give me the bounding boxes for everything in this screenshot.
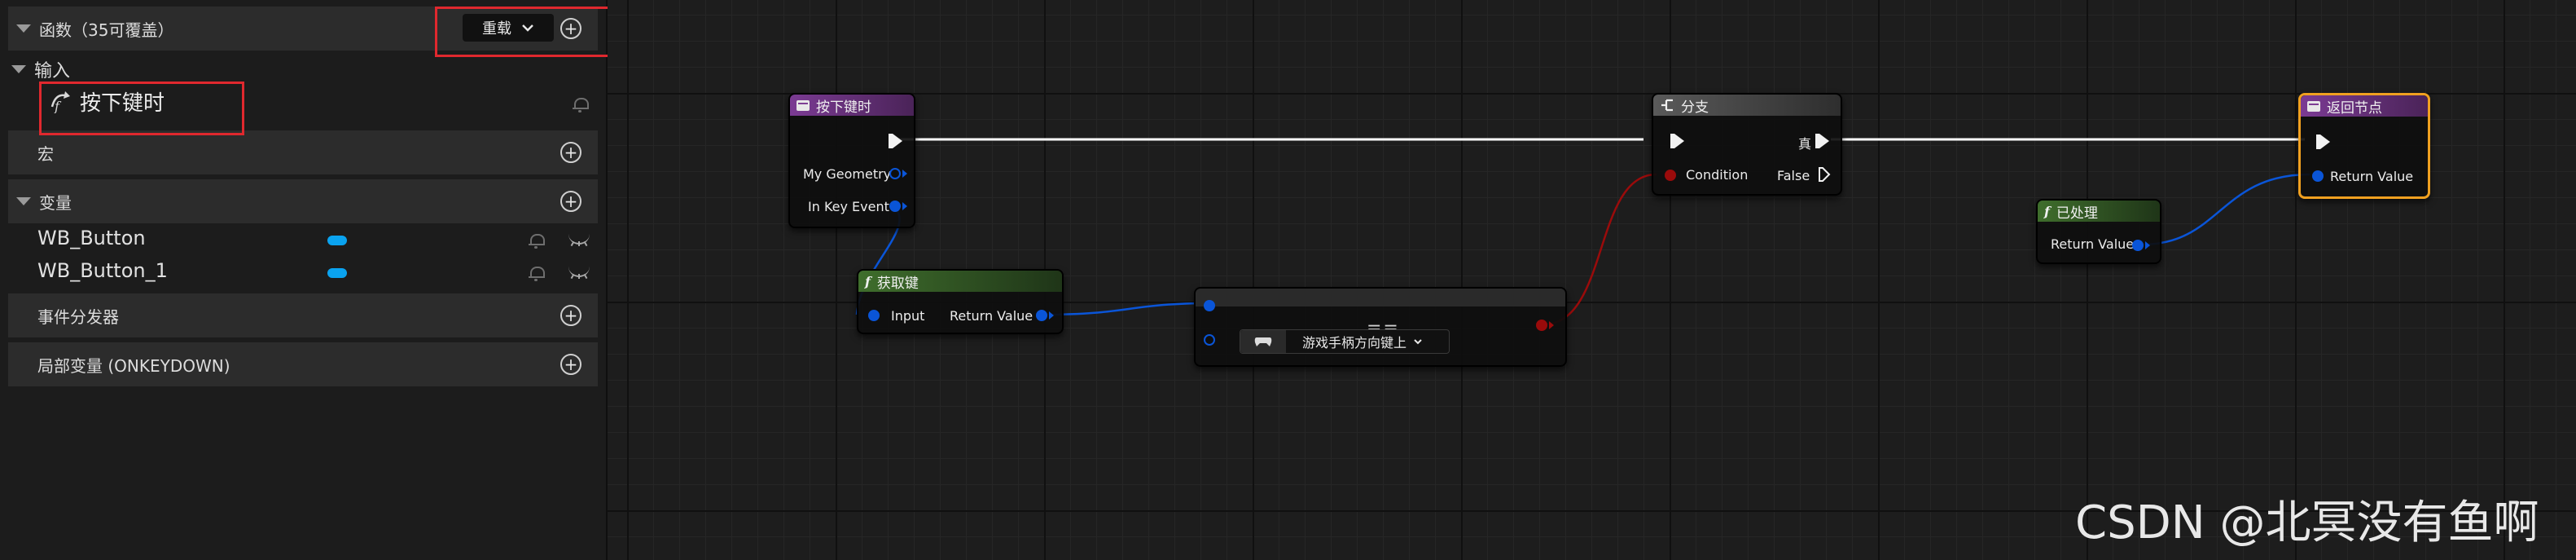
pin-arrow-icon — [2145, 241, 2150, 249]
node-get-key[interactable]: f 获取键 Input Return Value — [857, 269, 1064, 334]
variable-name: WB_Button — [37, 227, 146, 249]
node-header[interactable]: 按下键时 — [790, 95, 914, 116]
node-header[interactable]: 分支 — [1653, 95, 1841, 116]
function-icon: f — [865, 273, 871, 289]
struct-input-pin[interactable] — [2312, 170, 2324, 182]
add-local-variable-button[interactable]: + — [560, 354, 581, 375]
pin-arrow-icon — [1049, 311, 1054, 320]
key-wire — [1043, 302, 1213, 316]
collapse-arrow-icon[interactable] — [11, 65, 26, 73]
variables-label: 变量 — [39, 192, 72, 213]
highlight-box-override — [435, 7, 625, 57]
gamepad-icon-button[interactable] — [1240, 330, 1286, 353]
pin-arrow-icon — [1549, 321, 1554, 329]
node-title: 获取键 — [876, 275, 919, 292]
node-handled[interactable]: f 已处理 Return Value — [2036, 199, 2161, 264]
pin-label: Input — [891, 308, 925, 324]
chevron-down-icon — [1414, 339, 1422, 345]
node-equal[interactable]: == 游戏手柄方向键上 — [1194, 287, 1567, 367]
node-title: 分支 — [1681, 99, 1709, 116]
pin-label: False — [1777, 168, 1810, 183]
variable-row[interactable]: WB_Button_1 — [8, 258, 598, 289]
add-macro-button[interactable]: + — [560, 142, 581, 163]
node-header[interactable] — [1196, 289, 1565, 306]
pin-label: Return Value — [2051, 236, 2135, 252]
exec-true-output-pin[interactable] — [1815, 134, 1829, 148]
variable-type-pill[interactable] — [327, 268, 347, 278]
add-variable-button[interactable]: + — [560, 191, 581, 212]
add-event-dispatcher-button[interactable]: + — [560, 305, 581, 326]
pin-label: In Key Event — [808, 199, 889, 214]
bool-input-pin[interactable] — [1665, 170, 1676, 181]
my-blueprint-panel: 函数（35可覆盖） 重载 + 输入 f 按下键时 宏 + 变量 + WB_But… — [0, 0, 625, 560]
exec-output-pin[interactable] — [889, 134, 902, 148]
node-return[interactable]: 返回节点 Return Value — [2298, 93, 2430, 199]
node-branch[interactable]: 分支 真 Condition False — [1652, 93, 1842, 196]
struct-output-pin[interactable] — [889, 168, 901, 179]
struct-output-pin[interactable] — [889, 201, 901, 212]
visibility-closed-eye-icon[interactable] — [568, 266, 593, 280]
handled-wire — [2141, 173, 2311, 246]
bool-output-pin[interactable] — [1536, 320, 1547, 331]
pin-label: Return Value — [2330, 169, 2414, 184]
functions-label: 函数（35可覆盖） — [39, 20, 174, 40]
pin-label: 真 — [1798, 136, 1812, 152]
pin-label: Return Value — [950, 308, 1033, 324]
pin-arrow-icon — [902, 170, 907, 178]
event-dispatchers-section-header[interactable]: 事件分发器 + — [8, 293, 598, 337]
bell-icon[interactable] — [529, 232, 545, 249]
event-icon — [2307, 100, 2320, 112]
branch-icon — [1661, 99, 1673, 112]
macros-label: 宏 — [37, 143, 54, 164]
struct-input-pin[interactable] — [868, 310, 880, 321]
struct-output-pin[interactable] — [2132, 240, 2144, 251]
struct-input-pin[interactable] — [1204, 300, 1215, 311]
bell-icon[interactable] — [573, 96, 589, 112]
node-title: 按下键时 — [816, 99, 871, 116]
pin-arrow-icon — [902, 202, 907, 210]
collapse-arrow-icon[interactable] — [16, 197, 31, 205]
event-icon — [796, 99, 810, 111]
variable-row[interactable]: WB_Button — [8, 225, 598, 256]
node-header[interactable]: 返回节点 — [2301, 95, 2428, 117]
visibility-closed-eye-icon[interactable] — [568, 233, 593, 247]
node-title: 已处理 — [2056, 205, 2098, 222]
local-variables-label: 局部变量 (ONKEYDOWN) — [37, 355, 230, 376]
gamepad-icon — [1254, 337, 1272, 346]
inputs-label: 输入 — [34, 61, 71, 82]
node-header[interactable]: f 已处理 — [2038, 201, 2160, 222]
node-header[interactable]: f 获取键 — [858, 271, 1062, 292]
node-on-key-down[interactable]: 按下键时 My Geometry In Key Event — [788, 93, 915, 228]
watermark: CSDN @北冥没有鱼啊 — [2075, 496, 2539, 549]
inputs-section-header[interactable]: 输入 — [8, 57, 70, 82]
key-selector[interactable]: 游戏手柄方向键上 — [1240, 329, 1450, 354]
event-dispatchers-label: 事件分发器 — [37, 306, 119, 327]
key-value: 游戏手柄方向键上 — [1302, 335, 1407, 351]
collapse-arrow-icon[interactable] — [16, 24, 31, 33]
struct-input-pin[interactable] — [1204, 334, 1215, 346]
highlight-box-input-item — [39, 82, 244, 135]
variable-type-pill[interactable] — [327, 236, 347, 245]
exec-input-pin[interactable] — [1670, 134, 1684, 148]
pin-label: My Geometry — [803, 166, 892, 182]
macros-section-header[interactable]: 宏 + — [8, 130, 598, 174]
pin-label: Condition — [1686, 167, 1749, 183]
local-variables-section-header[interactable]: 局部变量 (ONKEYDOWN) + — [8, 342, 598, 386]
event-graph-canvas[interactable]: 按下键时 My Geometry In Key Event f 获取键 Inpu… — [608, 0, 2576, 560]
bell-icon[interactable] — [529, 265, 545, 281]
variables-section-header[interactable]: 变量 + — [8, 179, 598, 223]
exec-false-output-pin[interactable] — [1818, 166, 1831, 183]
variable-name: WB_Button_1 — [37, 259, 168, 282]
exec-input-pin[interactable] — [2316, 134, 2330, 149]
function-icon: f — [2044, 203, 2050, 219]
node-title: 返回节点 — [2327, 99, 2382, 117]
struct-output-pin[interactable] — [1036, 310, 1047, 321]
